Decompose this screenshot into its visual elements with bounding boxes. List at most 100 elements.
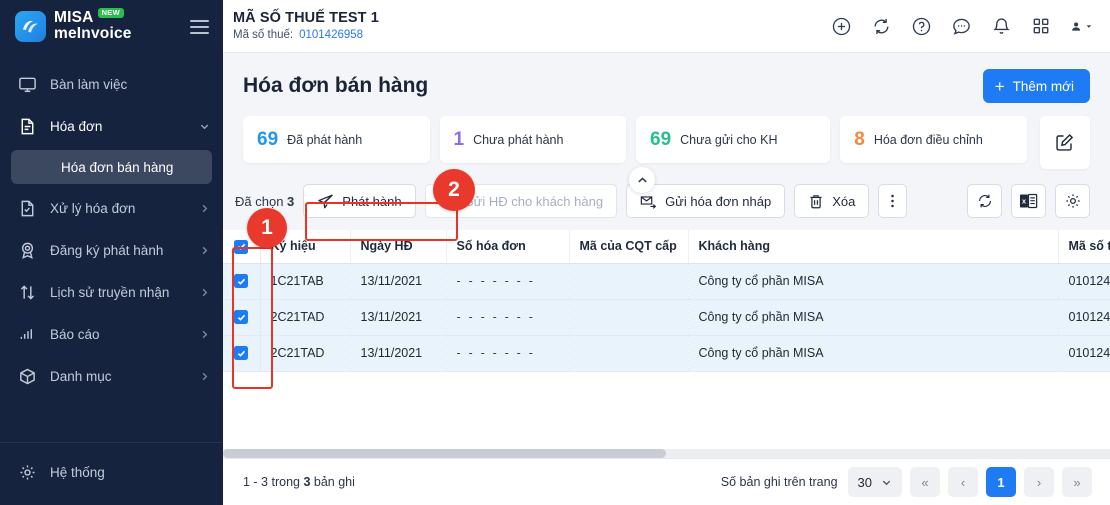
company-name: MÃ SỐ THUẾ TEST 1: [233, 10, 379, 27]
row-select-cell: [223, 335, 260, 371]
column-header-ngay-hd[interactable]: Ngày HĐ: [350, 230, 446, 263]
cell-ngay-hd: 13/11/2021: [350, 299, 446, 335]
sidebar-item-dang-ky-phat-hanh[interactable]: Đăng ký phát hành: [0, 229, 223, 271]
tax-code[interactable]: 0101426958: [299, 29, 363, 41]
row-checkbox[interactable]: [234, 310, 248, 324]
sidebar-item-hoa-don-ban-hang[interactable]: Hóa đơn bán hàng: [11, 150, 212, 184]
cell-ma-cqt: [569, 263, 688, 299]
cell-ngay-hd: 13/11/2021: [350, 335, 446, 371]
stat-card-da-phat-hanh[interactable]: 69 Đã phát hành: [243, 116, 430, 163]
tax-row: Mã số thuế:0101426958: [233, 29, 379, 42]
chat-icon[interactable]: [950, 15, 972, 37]
help-circle-icon[interactable]: [910, 15, 932, 37]
sidebar-label: Hệ thống: [50, 465, 209, 480]
cell-ky-hieu: 2C21TAD: [260, 299, 350, 335]
row-checkbox[interactable]: [234, 274, 248, 288]
sidebar-item-he-thong[interactable]: Hệ thống: [0, 451, 223, 493]
action-toolbar: Đã chọn 3 Phát hành: [223, 169, 1110, 230]
chevron-up-icon: [636, 174, 649, 187]
sidebar-label: Bàn làm việc: [50, 77, 209, 92]
page-title: Hóa đơn bán hàng: [243, 74, 428, 98]
range-suffix: bản ghi: [314, 475, 355, 489]
sidebar-label: Xử lý hóa đơn: [50, 201, 187, 216]
sidebar-label: Đăng ký phát hành: [50, 243, 187, 258]
hamburger-menu-icon[interactable]: [190, 16, 209, 38]
cell-khach-hang: Công ty cổ phần MISA: [688, 335, 1058, 371]
plus-circle-icon[interactable]: [830, 15, 852, 37]
last-page-button[interactable]: »: [1062, 467, 1092, 497]
delete-button[interactable]: Xóa: [794, 184, 869, 218]
next-page-button[interactable]: ›: [1024, 467, 1054, 497]
gear-icon: [17, 462, 38, 483]
arrows-updown-icon: [17, 282, 38, 303]
edit-square-icon: [1054, 132, 1075, 153]
sidebar-item-ban-lam-viec[interactable]: Bàn làm việc: [0, 63, 223, 105]
more-actions-button[interactable]: [878, 184, 907, 218]
row-checkbox[interactable]: [234, 346, 248, 360]
paper-plane-icon: [317, 193, 334, 210]
trash-icon: [808, 193, 824, 210]
annotation-badge-1: 1: [247, 208, 287, 248]
gear-icon: [1064, 192, 1082, 210]
collapse-stats-button[interactable]: [629, 167, 655, 193]
table-row[interactable]: 1C21TAB 13/11/2021 - - - - - - - Công ty…: [223, 263, 1110, 299]
excel-export-icon: x: [1019, 192, 1038, 210]
cell-so-hoa-don: - - - - - - -: [446, 299, 569, 335]
horizontal-scrollbar[interactable]: [223, 449, 1110, 458]
plus-icon: +: [995, 78, 1005, 95]
edit-filter-button[interactable]: [1040, 116, 1090, 169]
brand-line1: MISA: [54, 11, 94, 25]
page-header: Hóa đơn bán hàng + Thêm mới: [223, 53, 1110, 103]
grid-apps-icon[interactable]: [1030, 15, 1052, 37]
page-size-select[interactable]: 30: [848, 467, 902, 497]
publish-button[interactable]: Phát hành: [303, 184, 415, 218]
table-row[interactable]: 2C21TAD 13/11/2021 - - - - - - - Công ty…: [223, 299, 1110, 335]
main-area: MÃ SỐ THUẾ TEST 1 Mã số thuế:0101426958: [223, 0, 1110, 505]
select-all-checkbox[interactable]: [234, 240, 248, 254]
sidebar-item-xu-ly-hoa-don[interactable]: Xử lý hóa đơn: [0, 187, 223, 229]
stat-cards: 69 Đã phát hành 1 Chưa phát hành 69 Chưa…: [223, 103, 1110, 169]
publish-label: Phát hành: [342, 194, 401, 209]
first-page-button[interactable]: «: [910, 467, 940, 497]
sidebar-sub-label: Hóa đơn bán hàng: [61, 160, 173, 175]
column-header-ma-so-thue[interactable]: Mã số thuế: [1058, 230, 1110, 263]
cell-ma-so-thue: 010124: [1058, 299, 1110, 335]
brand-line2: meInvoice: [54, 27, 132, 41]
delete-label: Xóa: [832, 194, 855, 209]
stat-card-chua-gui-cho-kh[interactable]: 69 Chưa gửi cho KH: [636, 116, 830, 163]
record-range-text: 1 - 3 trong 3 bản ghi: [243, 475, 355, 489]
stat-card-chua-phat-hanh[interactable]: 1 Chưa phát hành: [440, 116, 627, 163]
sidebar: MISA NEW meInvoice Bàn làm việc: [0, 0, 223, 505]
caret-down-icon: [1086, 22, 1092, 31]
sidebar-footer: Hệ thống: [0, 442, 223, 505]
grid-settings-button[interactable]: [1055, 184, 1090, 218]
column-header-so-hoa-don[interactable]: Số hóa đơn: [446, 230, 569, 263]
cell-ngay-hd: 13/11/2021: [350, 263, 446, 299]
add-new-button[interactable]: + Thêm mới: [983, 69, 1090, 103]
content-area: Hóa đơn bán hàng + Thêm mới 69 Đã phát h…: [223, 53, 1110, 505]
user-icon[interactable]: [1070, 15, 1092, 37]
sidebar-item-hoa-don[interactable]: Hóa đơn: [0, 105, 223, 147]
selected-count: 3: [287, 194, 294, 209]
sidebar-item-danh-muc[interactable]: Danh mục: [0, 355, 223, 397]
sidebar-item-bao-cao[interactable]: Báo cáo: [0, 313, 223, 355]
brand-new-badge: NEW: [98, 8, 124, 18]
cell-khach-hang: Công ty cổ phần MISA: [688, 299, 1058, 335]
stat-label: Chưa phát hành: [473, 133, 563, 147]
column-header-khach-hang[interactable]: Khách hàng: [688, 230, 1058, 263]
table-row[interactable]: 2C21TAD 13/11/2021 - - - - - - - Công ty…: [223, 335, 1110, 371]
export-excel-button[interactable]: x: [1011, 184, 1046, 218]
refresh-grid-button[interactable]: [967, 184, 1002, 218]
scrollbar-thumb[interactable]: [223, 449, 666, 458]
document-check-icon: [17, 198, 38, 219]
cell-ky-hieu: 1C21TAB: [260, 263, 350, 299]
page-button-1[interactable]: 1: [986, 467, 1016, 497]
bell-icon[interactable]: [990, 15, 1012, 37]
sidebar-item-lich-su-truyen-nhan[interactable]: Lịch sử truyền nhận: [0, 271, 223, 313]
column-header-ma-cua-cqt-cap[interactable]: Mã của CQT cấp: [569, 230, 688, 263]
refresh-icon[interactable]: [870, 15, 892, 37]
company-header: MÃ SỐ THUẾ TEST 1 Mã số thuế:0101426958: [233, 10, 379, 42]
prev-page-button[interactable]: ‹: [948, 467, 978, 497]
sidebar-brand[interactable]: MISA NEW meInvoice: [0, 0, 223, 53]
stat-card-hoa-don-dieu-chinh[interactable]: 8 Hóa đơn điều chỉnh: [840, 116, 1027, 163]
